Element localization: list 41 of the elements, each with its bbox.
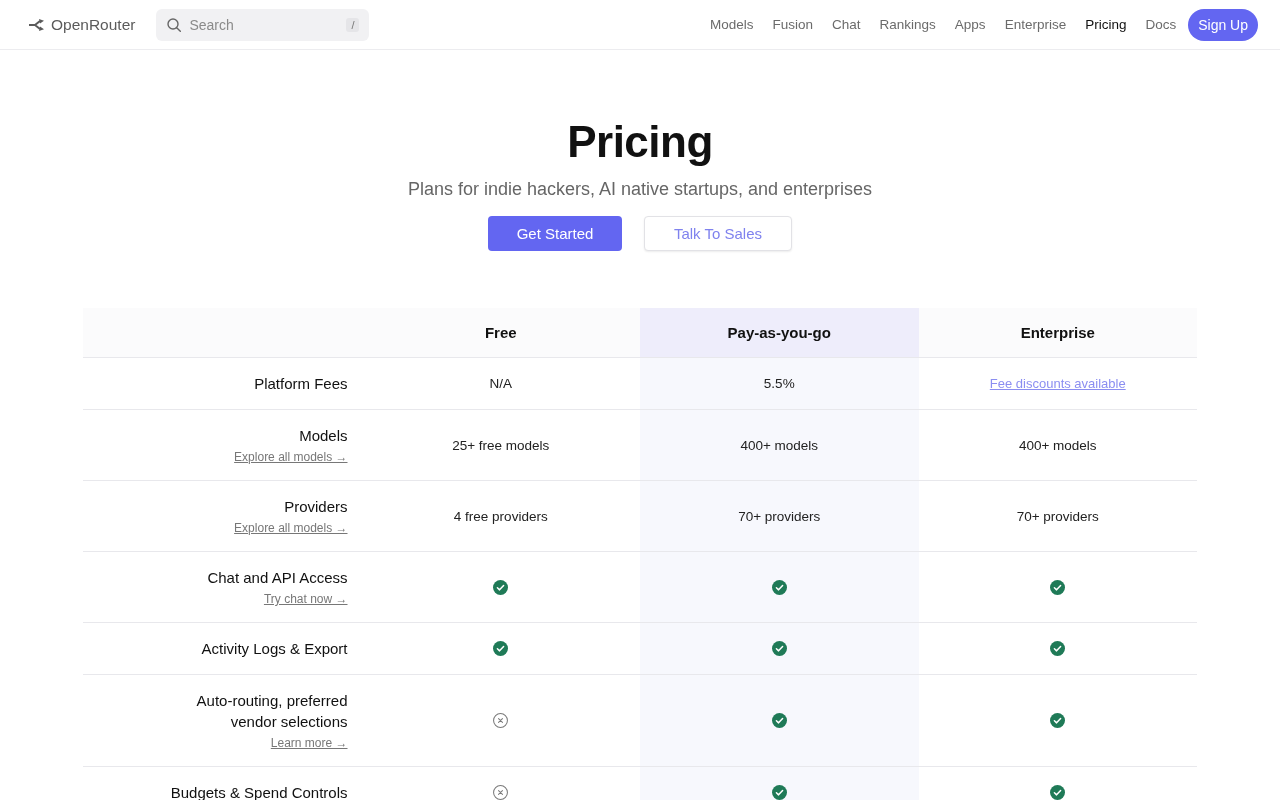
nav-link[interactable]: Enterprise [1004,17,1067,32]
secondary-button[interactable]: Talk To Sales [644,216,792,251]
cell-value: 4 free providers [453,508,548,524]
search-input[interactable]: Search [189,16,339,33]
nav-link[interactable]: Rankings [879,17,936,32]
feature-label: Activity Logs & Export [201,639,348,659]
search-field[interactable]: Search / [156,8,370,41]
home-link[interactable]: OpenRouter [28,15,136,34]
nav-link[interactable]: Apps [954,17,986,32]
shortcut-key: / [346,17,360,32]
cell-value: 70+ providers [1016,508,1099,524]
nav-link[interactable]: Models [709,17,754,32]
cell-value: 25+ free models [452,437,550,453]
cell-value: 70+ providers [738,508,821,524]
column-header: Pay-as-you-go [640,308,919,357]
page-subtitle: Plans for indie hackers, AI native startups, and enterprises [407,178,873,201]
feature-label: Chat and API Access [207,568,348,588]
feature-link[interactable]: Explore all models → [234,520,348,536]
nav-link[interactable]: Chat [832,17,861,32]
nav-link[interactable]: Pricing [1085,17,1127,32]
feature-link[interactable]: Learn more → [270,735,348,751]
cell-value: 5.5% [763,376,795,391]
feature-label: Providers [284,497,348,517]
feature-label: Auto-routing, preferred vendor selections [195,691,348,732]
cell-value: 400+ models [740,437,819,453]
nav-link[interactable]: Fusion [772,17,814,32]
column-header: Free [483,323,518,343]
column-header: Enterprise [1019,323,1096,343]
nav-link[interactable]: Docs [1145,17,1177,32]
feature-link[interactable]: Try chat now → [263,591,348,607]
search-icon [167,17,182,32]
cell-value: 400+ models [1018,437,1097,453]
sign-up-button[interactable]: Sign Up [1188,8,1258,41]
fork-arrows-icon [28,18,44,31]
cell-value: N/A [489,376,512,391]
cell-link[interactable]: Fee discounts available [989,376,1126,391]
feature-label: Platform Fees [254,374,348,394]
feature-label: Models [299,426,348,446]
page-title: Pricing [567,118,713,166]
feature-link[interactable]: Explore all models → [234,449,348,465]
primary-button[interactable]: Get Started [488,216,622,251]
